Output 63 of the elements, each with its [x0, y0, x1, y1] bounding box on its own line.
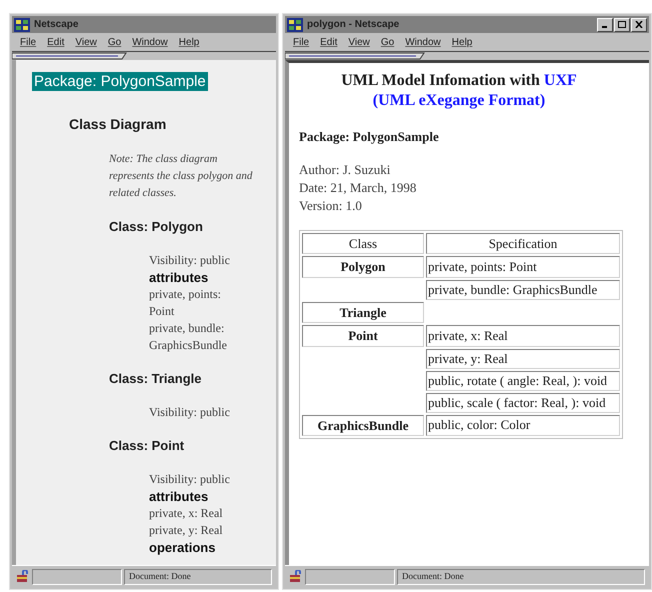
- detail-line: Visibility: public: [149, 471, 230, 488]
- spec-cell: private, points: Point: [426, 256, 620, 278]
- detail-line: Point: [149, 303, 174, 320]
- class-cell: Polygon: [302, 256, 424, 278]
- window-title: Netscape: [34, 18, 78, 32]
- browser-logo-icon: [14, 18, 30, 32]
- class-heading: Class: Polygon: [109, 218, 204, 235]
- column-header: Specification: [426, 232, 620, 254]
- package-title: Package: PolygonSample: [299, 128, 440, 146]
- info-line: Author: J. Suzuki: [299, 160, 390, 178]
- detail-line: private, y: Real: [149, 522, 223, 539]
- page-subtitle: (UML eXegange Format): [372, 91, 546, 111]
- spec-cell: private, x: Real: [426, 325, 620, 346]
- detail-line: private, x: Real: [149, 505, 223, 522]
- security-lock-icon[interactable]: [289, 570, 303, 583]
- detail-line: private, points:: [149, 286, 221, 303]
- section-heading: Class Diagram: [69, 115, 168, 134]
- security-lock-icon[interactable]: [16, 570, 30, 583]
- spec-cell: private, y: Real: [426, 348, 620, 368]
- format-link[interactable]: UXF: [544, 72, 577, 89]
- close-icon: [635, 21, 643, 28]
- spec-cell: private, bundle: GraphicsBundle: [426, 280, 620, 300]
- detail-line: private, bundle:: [149, 320, 224, 337]
- info-line: Date: 21, March, 1998: [299, 178, 416, 196]
- menu-item[interactable]: Edit: [47, 34, 64, 50]
- class-heading: Class: Point: [109, 437, 186, 454]
- spec-cell: public, scale ( factor: Real, ): void: [426, 392, 620, 412]
- status-text: Document: Done: [124, 568, 272, 584]
- minimize-button[interactable]: [597, 18, 613, 32]
- close-button[interactable]: [631, 18, 647, 32]
- menu-item[interactable]: View: [75, 34, 97, 50]
- status-text: Document: Done: [397, 568, 645, 584]
- menu-item[interactable]: Go: [380, 34, 394, 50]
- menu-item[interactable]: Help: [178, 34, 200, 50]
- menu-item[interactable]: Window: [405, 34, 441, 50]
- menu-item[interactable]: File: [20, 34, 36, 50]
- page-title: UML Model Infomation with: [341, 72, 540, 89]
- browser-logo-icon: [287, 18, 303, 32]
- detail-line: GraphicsBundle: [149, 337, 227, 354]
- spec-cell: public, rotate ( angle: Real, ): void: [426, 370, 620, 390]
- spec-cell: public, color: Color: [426, 414, 620, 436]
- column-header: Class: [302, 232, 424, 254]
- section-label: attributes: [149, 269, 208, 286]
- detail-line: Visibility: public: [149, 404, 230, 421]
- package-heading: Package: PolygonSample: [32, 72, 208, 91]
- section-label: operations: [149, 539, 216, 556]
- menu-item[interactable]: Help: [452, 34, 472, 50]
- class-cell: GraphicsBundle: [302, 414, 424, 436]
- section-label: attributes: [149, 488, 208, 505]
- maximize-icon: [618, 21, 626, 28]
- note-text: Note: The class diagram represents the class polygon and related classes.: [109, 152, 254, 201]
- menu-item[interactable]: View: [348, 34, 370, 50]
- info-line: Version: 1.0: [299, 196, 362, 214]
- maximize-button[interactable]: [614, 18, 630, 32]
- menu-item[interactable]: File: [293, 34, 310, 50]
- class-cell: Point: [302, 325, 424, 346]
- class-cell: Triangle: [302, 302, 424, 323]
- detail-line: Visibility: public: [149, 252, 230, 269]
- menu-item[interactable]: Window: [132, 34, 168, 50]
- menu-item[interactable]: Go: [108, 34, 122, 50]
- class-heading: Class: Triangle: [109, 370, 202, 387]
- window-title: polygon - Netscape: [307, 18, 400, 32]
- menu-item[interactable]: Edit: [320, 34, 338, 50]
